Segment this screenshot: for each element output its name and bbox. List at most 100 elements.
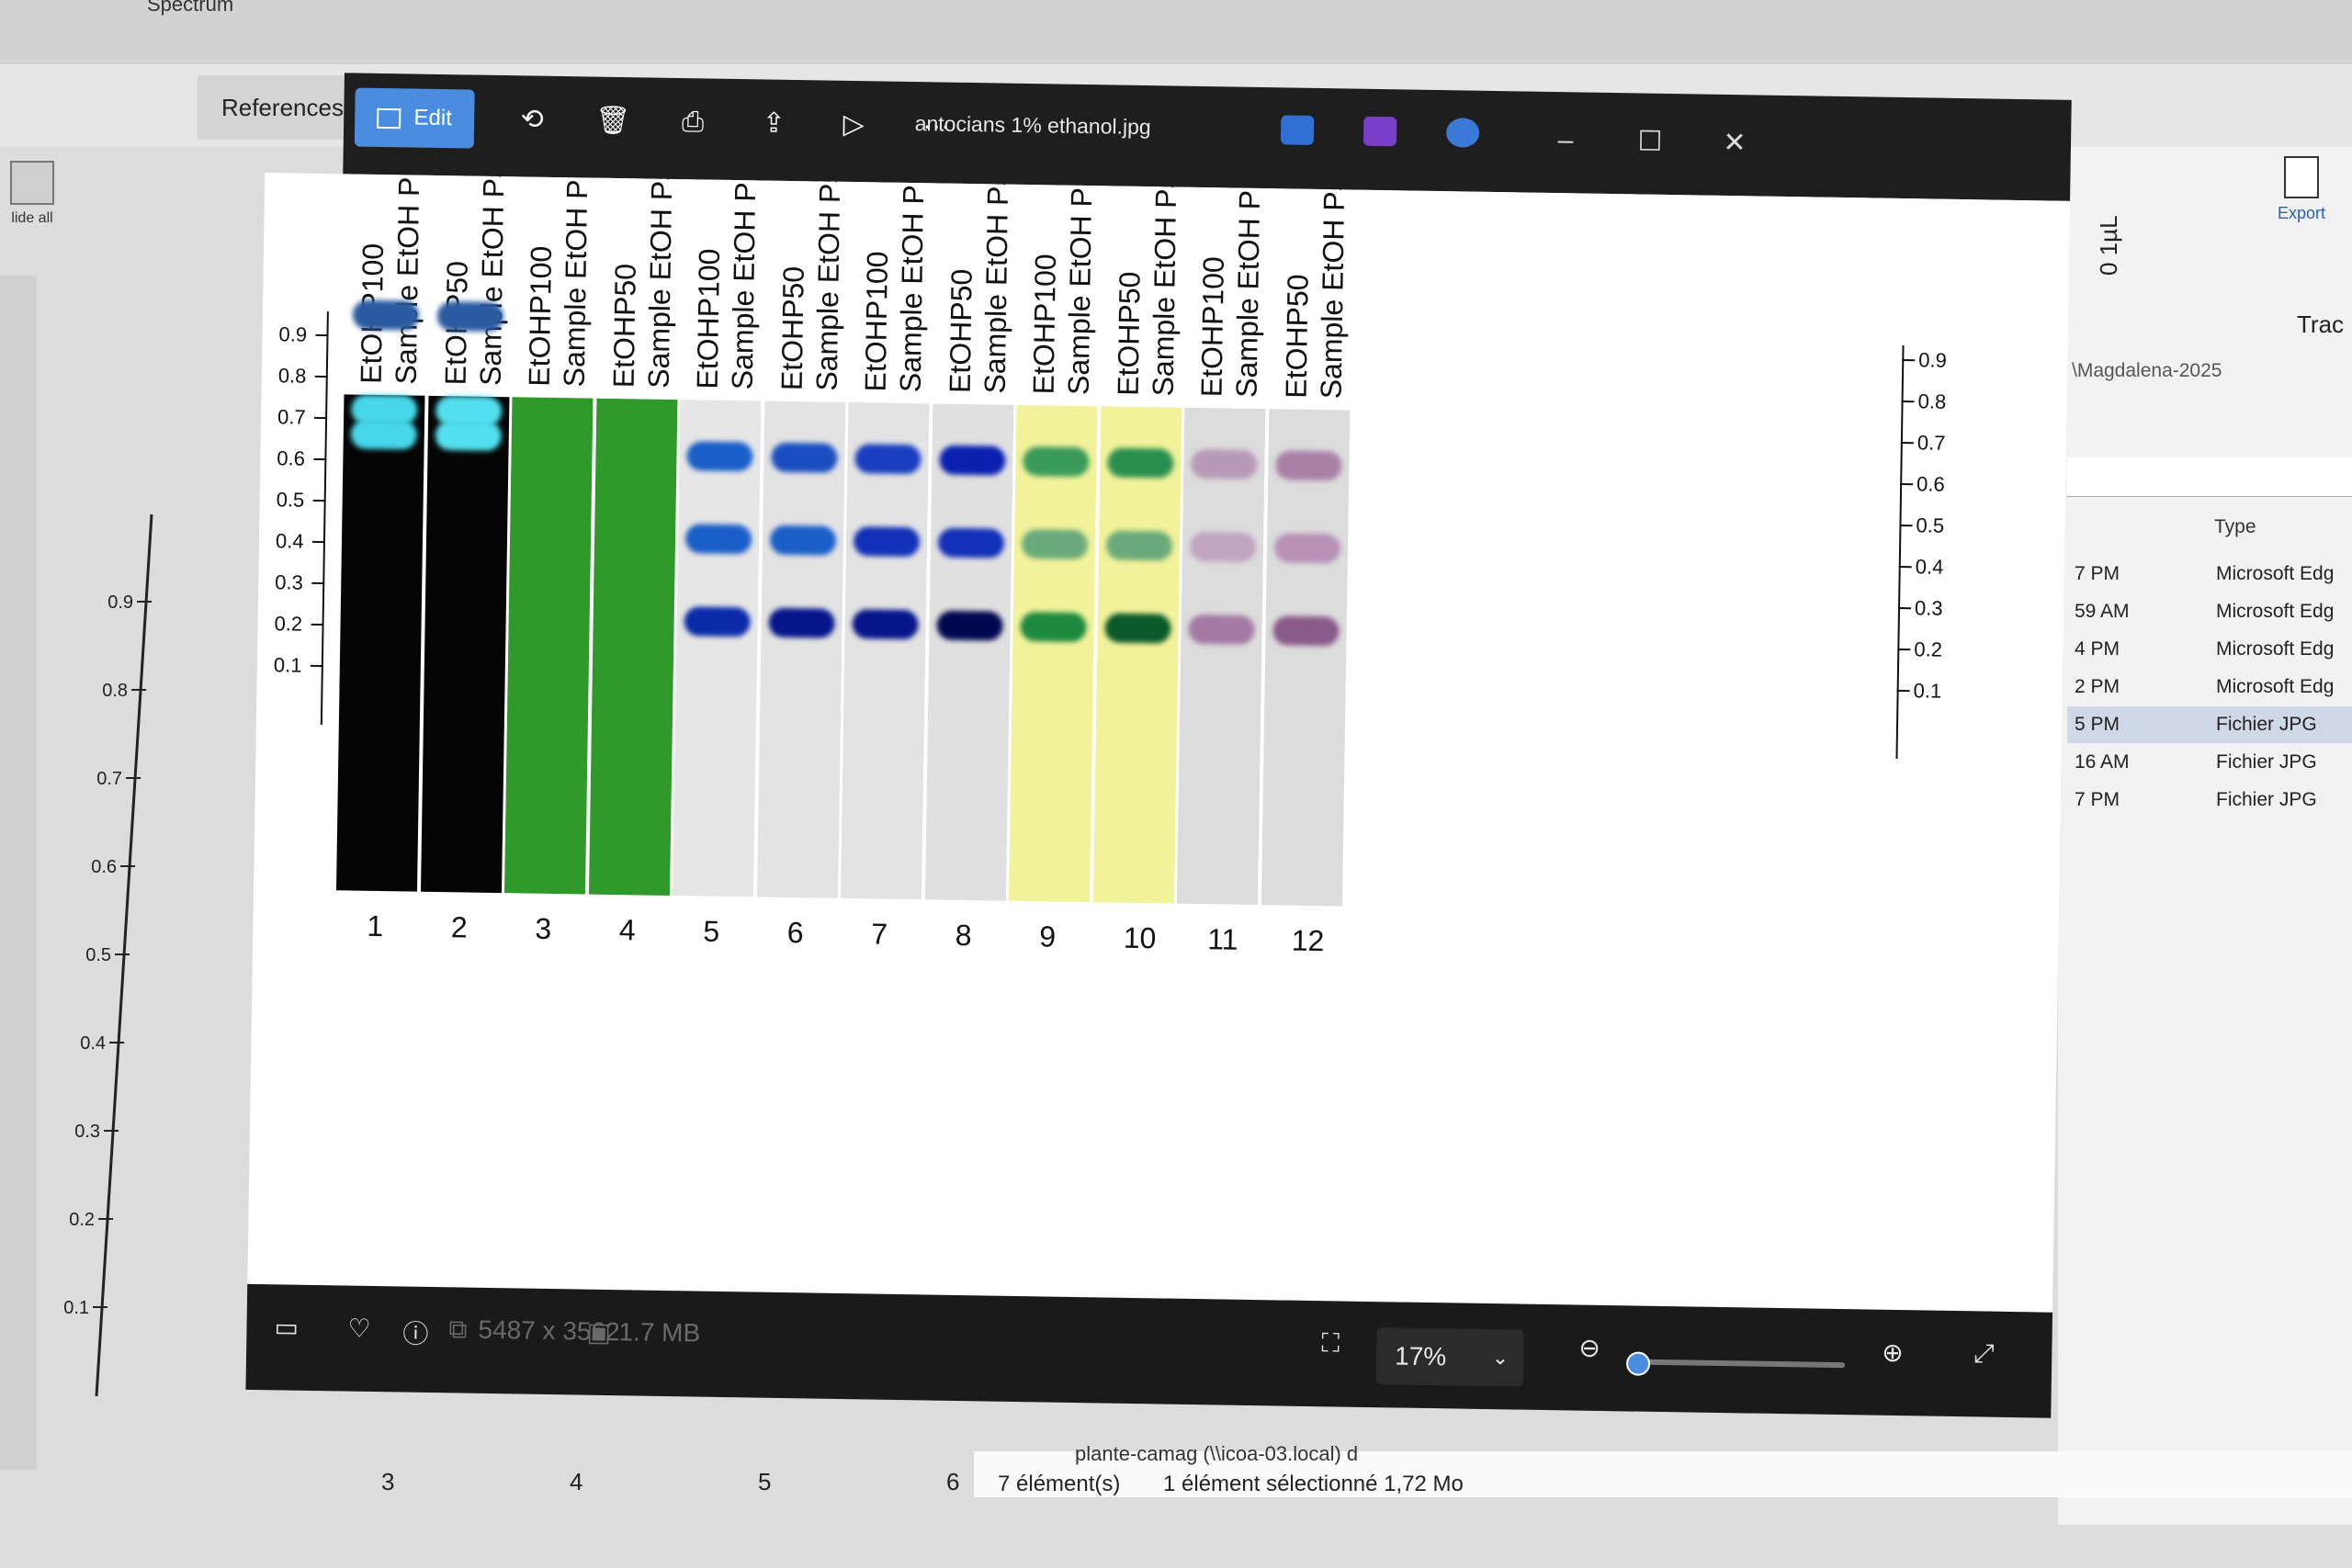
tlc-band: [767, 607, 835, 638]
file-row-type: Fichier JPG: [2216, 751, 2317, 773]
file-row-type: Microsoft Edg: [2216, 676, 2335, 697]
lane-label-line1: EtOHP100: [690, 248, 727, 389]
tlc-band: [854, 444, 922, 475]
rf-tick-label-right: 0.9: [1918, 348, 1948, 372]
rf-tick-right: [1900, 482, 1914, 486]
file-row-time: 16 AM: [2075, 751, 2130, 773]
status-item-count: 7 élément(s): [998, 1472, 1121, 1496]
image-canvas[interactable]: EtOHP100Sample EtOH P100 1µL1EtOHP50Samp…: [247, 172, 2071, 1313]
enhance-icon[interactable]: [1280, 115, 1315, 145]
lane-label: EtOHP100Sample EtOH P100 1µL: [354, 173, 428, 385]
lane-label: EtOHP50Sample EtOH P50 1µL: [774, 173, 848, 391]
partial-axis-label: 0 1µL: [2095, 215, 2122, 276]
clipchamp-icon[interactable]: [1363, 116, 1397, 147]
tlc-band: [852, 609, 919, 640]
tlc-lane: [1261, 409, 1350, 907]
maximize-icon[interactable]: ☐: [1623, 118, 1679, 165]
background-axis-tick-label: 0.8: [102, 681, 128, 701]
close-icon[interactable]: ✕: [1707, 120, 1763, 167]
lane-label-line2: Sample EtOH P50 1µL: [809, 172, 848, 391]
zoom-value: 17%: [1394, 1341, 1447, 1371]
zoom-out-icon[interactable]: ⊖: [1578, 1333, 1600, 1363]
file-row-time: 2 PM: [2075, 676, 2120, 697]
tlc-band: [352, 299, 420, 331]
rf-tick-left: [311, 623, 324, 626]
file-row-type: Fichier JPG: [2216, 789, 2317, 810]
path-dropdown[interactable]: [2067, 457, 2352, 497]
delete-icon[interactable]: 🗑: [581, 93, 646, 149]
export-label: Export: [2277, 204, 2326, 222]
lane-label: EtOHP50Sample EtOH P50 1µL: [942, 173, 1016, 394]
tlc-band: [684, 606, 751, 637]
background-lane-number: 4: [570, 1468, 583, 1495]
lane-number: 3: [535, 911, 552, 945]
rf-tick-right: [1900, 441, 1914, 445]
tlc-lane: [420, 395, 509, 894]
tlc-band: [1020, 611, 1087, 643]
hide-all-button[interactable]: lide all: [0, 161, 64, 227]
left-scroll-panel[interactable]: [0, 276, 37, 1470]
background-axis-tick-label: 0.5: [85, 945, 111, 965]
type-column-header[interactable]: Type: [2214, 516, 2256, 538]
lane-label-line1: EtOHP50: [437, 173, 477, 386]
rf-tick-right: [1902, 359, 1916, 362]
onedrive-icon[interactable]: [1445, 118, 1480, 148]
lane-label: EtOHP50Sample EtOH P50 1µL: [605, 173, 680, 389]
file-row[interactable]: 4 PM Microsoft Edg: [2067, 631, 2352, 668]
export-button[interactable]: Export: [2265, 156, 2338, 223]
tlc-lane: [503, 397, 594, 895]
favorite-icon[interactable]: ♡: [347, 1314, 371, 1344]
zoom-in-icon[interactable]: ⊕: [1882, 1337, 1904, 1368]
info-icon[interactable]: ⓘ: [402, 1314, 429, 1351]
lane-label: EtOHP100Sample EtOH P100 1µL: [1194, 173, 1269, 398]
file-row-type: Fichier JPG: [2216, 714, 2317, 735]
lane-label-line1: EtOHP100: [1194, 255, 1230, 398]
lane-label-line1: EtOHP100: [354, 173, 393, 385]
lane-label: EtOHP100Sample EtOH P100 1µL: [858, 173, 933, 392]
edit-label: Edit: [413, 105, 453, 131]
edit-button[interactable]: Edit: [354, 87, 475, 149]
fit-to-window-icon[interactable]: ⛶: [1321, 1328, 1340, 1359]
rf-tick-label-right: 0.3: [1914, 596, 1943, 620]
file-row[interactable]: 5 PM Fichier JPG: [2067, 706, 2352, 743]
file-row[interactable]: 7 PM Fichier JPG: [2067, 782, 2352, 818]
file-row[interactable]: 7 PM Microsoft Edg: [2067, 556, 2352, 592]
tlc-lane: [1176, 407, 1266, 906]
track-tab[interactable]: Trac: [2297, 310, 2344, 339]
file-row-time: 59 AM: [2075, 601, 2130, 622]
lane-label-line1: EtOHP50: [943, 268, 978, 394]
rf-tick-right: [1898, 565, 1912, 569]
rf-tick-left: [311, 540, 325, 544]
minimize-icon[interactable]: –: [1538, 118, 1594, 164]
rf-tick-right: [1901, 400, 1915, 403]
rf-tick-label-left: 0.1: [273, 653, 302, 677]
rf-tick-left: [311, 581, 325, 585]
file-row-type: Microsoft Edg: [2216, 563, 2335, 584]
share-icon[interactable]: ⇪: [741, 96, 807, 152]
background-app-title: Spectrum: [147, 0, 234, 16]
rf-tick-right: [1897, 648, 1911, 651]
tlc-lane: [336, 394, 425, 892]
fullscreen-icon[interactable]: ⤢: [1973, 1338, 1995, 1369]
file-row[interactable]: 16 AM Fichier JPG: [2067, 744, 2352, 781]
zoom-slider[interactable]: [1634, 1359, 1846, 1369]
file-row[interactable]: 2 PM Microsoft Edg: [2067, 669, 2352, 705]
tlc-lane: [756, 400, 845, 898]
rf-tick-right: [1896, 689, 1910, 693]
print-icon[interactable]: ⎙: [661, 95, 726, 151]
tlc-lane: [1008, 404, 1098, 903]
background-lane-number: 6: [946, 1468, 960, 1495]
filmstrip-icon[interactable]: ▭: [274, 1312, 299, 1342]
lane-label-line2: Sample EtOH P100 1µL: [389, 172, 428, 385]
file-row[interactable]: 59 AM Microsoft Edg: [2067, 593, 2352, 630]
hide-all-label: lide all: [11, 210, 53, 226]
lane-label-line2: Sample EtOH P50 1µL: [641, 172, 680, 389]
background-app-header: Spectrum: [0, 0, 2352, 64]
zoom-dropdown[interactable]: 17% ⌄: [1375, 1327, 1524, 1387]
background-axis-tick-label: 0.7: [96, 769, 122, 789]
lane-number: 11: [1207, 922, 1238, 956]
file-size: 1.7 MB: [618, 1317, 701, 1348]
lane-label-line1: EtOHP100: [522, 245, 559, 387]
zoom-slider-thumb[interactable]: [1625, 1351, 1651, 1376]
rotate-icon[interactable]: ⟲: [500, 92, 565, 148]
